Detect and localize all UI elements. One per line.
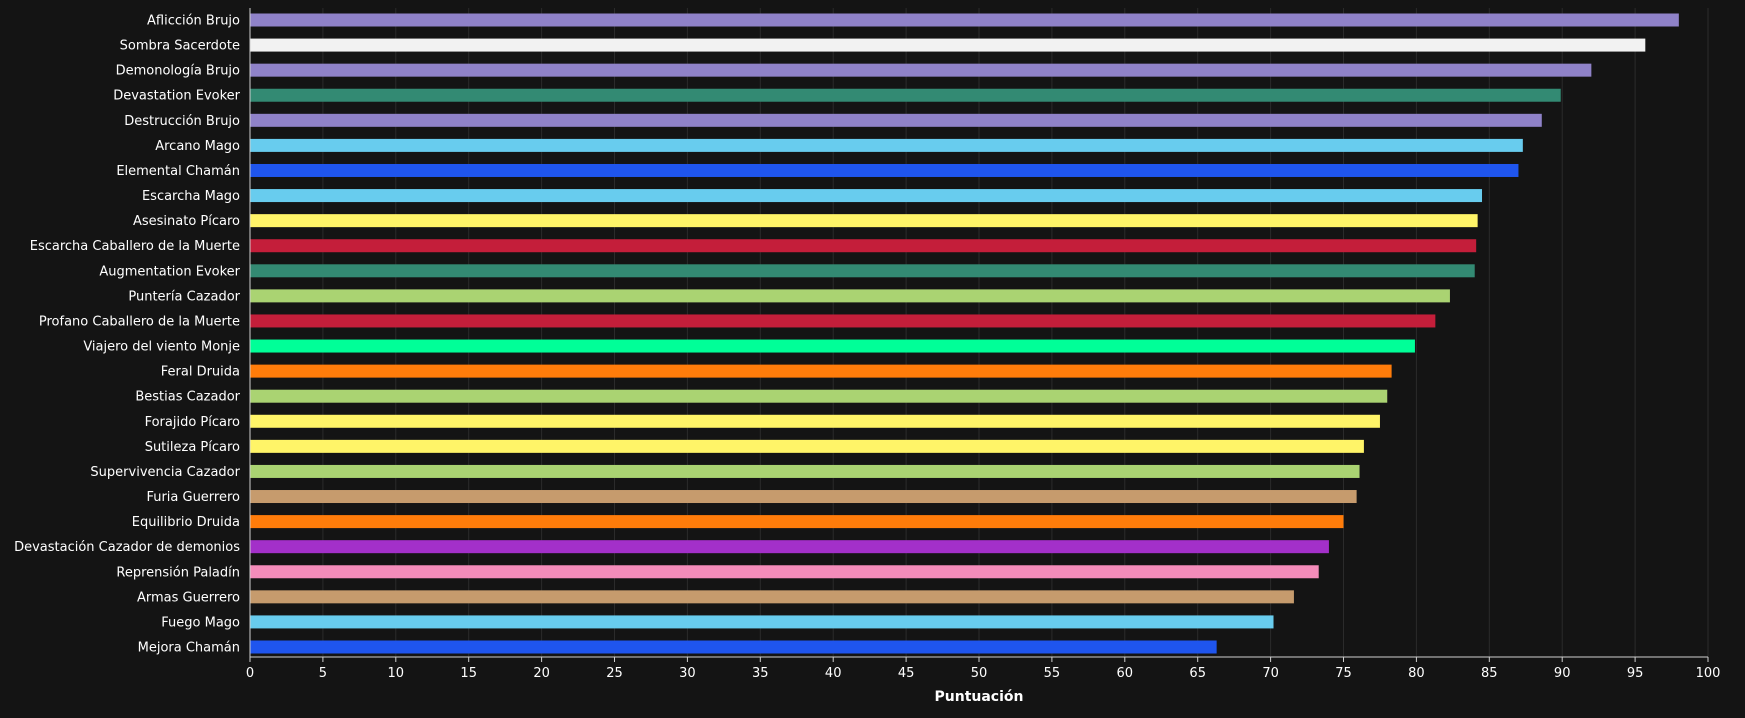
- bar: [250, 490, 1357, 504]
- x-axis-title: Puntuación: [935, 689, 1024, 705]
- x-tick-label: 90: [1554, 666, 1571, 681]
- x-tick-label: 85: [1481, 666, 1498, 681]
- bar: [250, 38, 1646, 52]
- grid-lines: [322, 8, 1709, 657]
- bar: [250, 364, 1392, 378]
- x-tick-label: 70: [1262, 666, 1279, 681]
- bar: [250, 13, 1679, 27]
- x-tick-label: 95: [1627, 666, 1644, 681]
- bar: [250, 88, 1561, 102]
- category-label: Aflicción Brujo: [147, 14, 240, 29]
- bar: [250, 414, 1380, 428]
- bar: [250, 439, 1364, 453]
- category-label: Sutileza Pícaro: [145, 440, 240, 455]
- bar: [250, 590, 1294, 604]
- bar: [250, 163, 1519, 177]
- x-tick-label: 65: [1189, 666, 1206, 681]
- category-label: Supervivencia Cazador: [90, 465, 240, 480]
- bar: [250, 189, 1483, 203]
- x-tick-label: 75: [1335, 666, 1352, 681]
- x-tick-label: 55: [1044, 666, 1061, 681]
- x-tick-label: 20: [533, 666, 550, 681]
- x-tick-label: 40: [825, 666, 842, 681]
- bar: [250, 113, 1542, 127]
- x-tick-label: 10: [388, 666, 405, 681]
- category-label: Sombra Sacerdote: [120, 39, 240, 54]
- bar: [250, 138, 1523, 152]
- bar: [250, 289, 1450, 303]
- category-label: Bestias Cazador: [135, 390, 240, 405]
- category-label: Feral Druida: [161, 365, 240, 380]
- bar: [250, 615, 1274, 629]
- category-label: Mejora Chamán: [138, 641, 240, 656]
- bar: [250, 314, 1436, 328]
- category-label: Devastación Cazador de demonios: [14, 540, 240, 555]
- category-label: Reprensión Paladín: [116, 565, 240, 580]
- category-label: Elemental Chamán: [116, 164, 240, 179]
- bar: [250, 464, 1360, 478]
- x-tick-label: 60: [1117, 666, 1134, 681]
- bar: [250, 640, 1217, 654]
- category-label: Escarcha Caballero de la Muerte: [30, 239, 240, 254]
- x-tick-label: 25: [606, 666, 623, 681]
- category-label: Devastation Evoker: [113, 89, 240, 104]
- category-label: Armas Guerrero: [137, 590, 240, 605]
- bar: [250, 540, 1329, 554]
- category-label: Asesinato Pícaro: [133, 214, 240, 229]
- bar: [250, 565, 1319, 579]
- x-tick-label: 100: [1696, 666, 1721, 681]
- bar: [250, 239, 1477, 253]
- x-tick-label: 50: [971, 666, 988, 681]
- bar: [250, 515, 1344, 529]
- category-labels: Aflicción Brujo Sombra Sacerdote Demonolog…: [14, 14, 241, 656]
- bar: [250, 339, 1415, 353]
- category-label: Profano Caballero de la Muerte: [39, 314, 240, 329]
- category-label: Destrucción Brujo: [124, 114, 240, 129]
- bar: [250, 214, 1478, 228]
- x-tick-label: 35: [752, 666, 769, 681]
- category-label: Furia Guerrero: [146, 490, 240, 505]
- chart-container: Aflicción Brujo Sombra Sacerdote Demonolog…: [0, 0, 1745, 713]
- category-label: Arcano Mago: [155, 139, 240, 154]
- bars: [250, 13, 1679, 654]
- x-tick-label: 15: [460, 666, 477, 681]
- x-tick-label: 5: [319, 666, 327, 681]
- bar: [250, 389, 1388, 403]
- x-tick-label: 0: [246, 666, 254, 681]
- bar: [250, 63, 1592, 77]
- category-label: Puntería Cazador: [128, 289, 240, 304]
- x-tick-label: 45: [898, 666, 915, 681]
- category-label: Viajero del viento Monje: [83, 340, 240, 355]
- category-label: Fuego Mago: [161, 615, 240, 630]
- category-label: Equilibrio Druida: [132, 515, 240, 530]
- bar-chart: Aflicción Brujo Sombra Sacerdote Demonolog…: [14, 8, 1721, 705]
- category-label: Augmentation Evoker: [99, 264, 240, 279]
- x-tick-label: 80: [1408, 666, 1425, 681]
- bar: [250, 264, 1475, 278]
- category-label: Escarcha Mago: [142, 189, 240, 204]
- x-tick-label: 30: [679, 666, 696, 681]
- category-label: Demonología Brujo: [116, 64, 240, 79]
- category-label: Forajido Pícaro: [145, 415, 240, 430]
